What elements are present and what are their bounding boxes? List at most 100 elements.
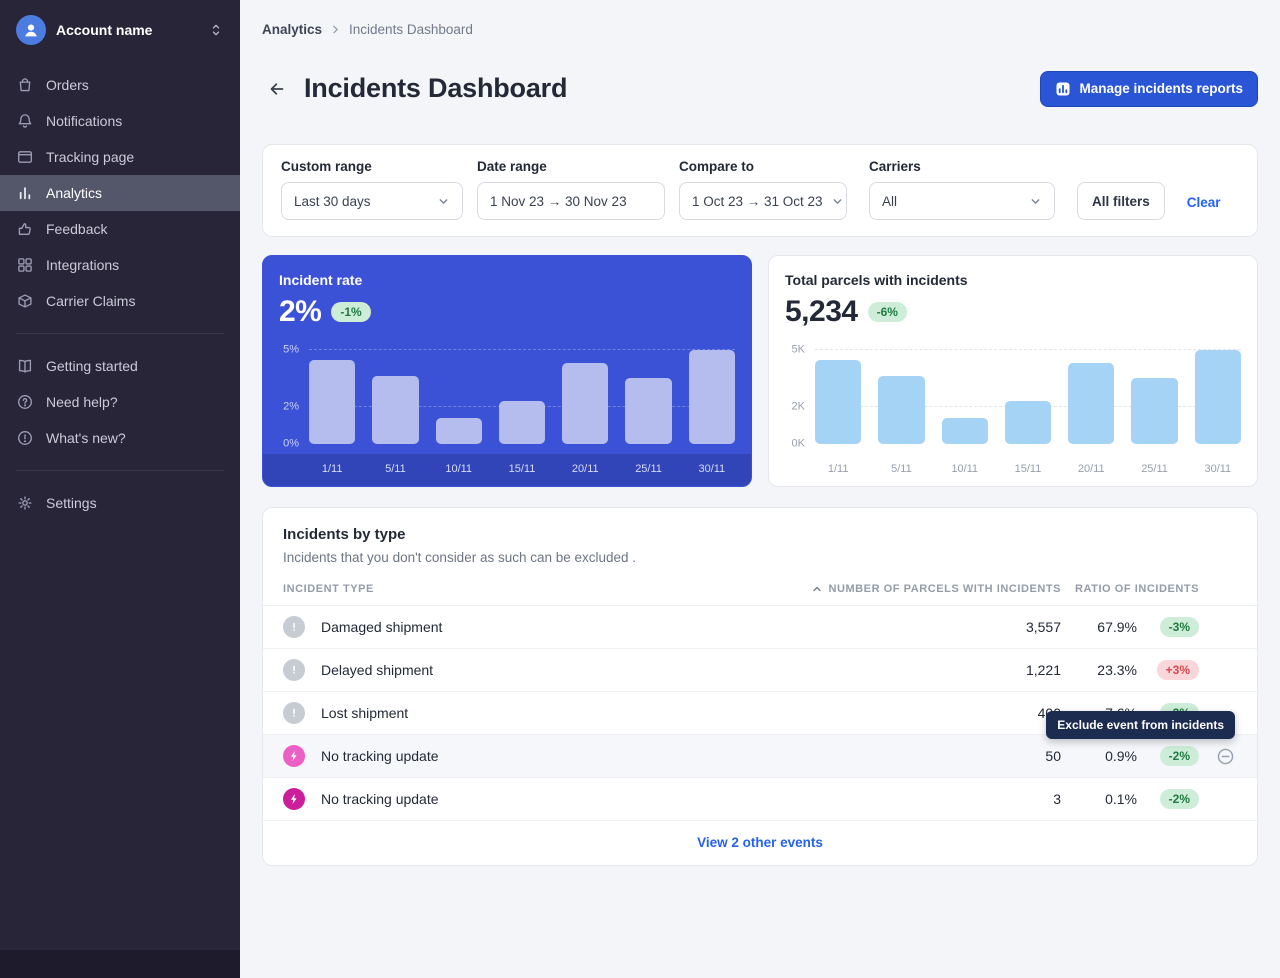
select-value: All [882, 194, 897, 209]
bar [309, 360, 355, 445]
parcels-count: 1,221 [797, 662, 1061, 678]
sidebar-item-need-help[interactable]: Need help? [0, 384, 240, 420]
chevron-updown-icon [208, 22, 224, 38]
table-title: Incidents by type [283, 526, 1237, 543]
column-header-label: Number of parcels with incidents [828, 583, 1061, 595]
custom-range-select[interactable]: Last 30 days [281, 182, 463, 220]
bar [436, 418, 482, 444]
incident-type: Delayed shipment [321, 662, 783, 678]
sidebar-item-integrations[interactable]: Integrations [0, 247, 240, 283]
sidebar-item-label: Getting started [46, 358, 138, 374]
column-header-ratio: Ratio of incidents [1075, 583, 1199, 595]
sidebar-divider [16, 470, 224, 471]
report-chart-icon [1055, 81, 1071, 97]
sidebar-item-label: Orders [46, 77, 89, 93]
back-arrow-icon[interactable] [262, 74, 292, 104]
bell-icon [16, 112, 34, 130]
select-value: 1 Oct 23 → 31 Oct 23 [692, 194, 823, 209]
charts-row: Incident rate 2% -1% 0%2%5% 1/115/1110/1… [262, 255, 1258, 487]
y-axis-tick: 2K [792, 401, 805, 412]
incident-type: No tracking update [321, 748, 783, 764]
ratio-value: 0.1% [1075, 791, 1137, 807]
plot-area [309, 350, 735, 444]
integrations-icon [16, 256, 34, 274]
breadcrumb-current: Incidents Dashboard [349, 22, 473, 37]
x-axis-tick: 30/11 [689, 463, 735, 475]
lightning-icon [283, 745, 305, 767]
table-row-damaged-shipment: Damaged shipment 3,557 67.9% -3% [263, 606, 1257, 649]
gear-icon [16, 494, 34, 512]
analytics-icon [16, 184, 34, 202]
bar [562, 363, 608, 444]
y-axis-tick: 0% [283, 439, 299, 450]
all-filters-button[interactable]: All filters [1077, 182, 1165, 220]
feedback-icon [16, 220, 34, 238]
sidebar-item-getting-started[interactable]: Getting started [0, 348, 240, 384]
warning-icon [283, 702, 305, 724]
incident-type: Lost shipment [321, 705, 783, 721]
sidebar-item-notifications[interactable]: Notifications [0, 103, 240, 139]
carrier-claims-icon [16, 292, 34, 310]
sidebar-spacer [0, 527, 240, 950]
column-header-parcels[interactable]: Number of parcels with incidents [797, 583, 1061, 595]
sort-asc-icon [811, 583, 823, 595]
app-window: Account name Orders Notifications Tracki… [0, 0, 1280, 978]
filter-carriers: Carriers All [869, 159, 1055, 220]
sidebar-item-analytics[interactable]: Analytics [0, 175, 240, 211]
x-axis-tick: 25/11 [1131, 463, 1177, 475]
table-row-no-tracking-update: No tracking update 50 0.9% -2% [263, 735, 1257, 778]
sidebar-item-carrier-claims[interactable]: Carrier Claims [0, 283, 240, 319]
bar [1005, 401, 1051, 444]
x-axis-tick: 15/11 [499, 463, 545, 475]
sidebar-item-settings[interactable]: Settings [0, 485, 240, 521]
filter-label: Custom range [281, 159, 463, 174]
delta-badge: -1% [331, 302, 370, 322]
tracking-page-icon [16, 148, 34, 166]
breadcrumb-analytics[interactable]: Analytics [262, 22, 322, 37]
select-value: Last 30 days [294, 194, 371, 209]
compare-to-select[interactable]: 1 Oct 23 → 31 Oct 23 [679, 182, 847, 220]
parcels-count: 3,557 [797, 619, 1061, 635]
sidebar-item-tracking-page[interactable]: Tracking page [0, 139, 240, 175]
chevron-down-icon [437, 195, 450, 208]
view-more-row: View 2 other events [263, 821, 1257, 865]
filters-bar: Custom range Last 30 days Date range 1 N… [262, 144, 1258, 237]
filter-compare-to: Compare to 1 Oct 23 → 31 Oct 23 [679, 159, 847, 220]
view-other-events-link[interactable]: View 2 other events [697, 835, 823, 850]
carriers-select[interactable]: All [869, 182, 1055, 220]
date-range-input[interactable]: 1 Nov 23 → 30 Nov 23 [477, 182, 665, 220]
x-axis-tick: 15/11 [1005, 463, 1051, 475]
x-axis-tick: 20/11 [562, 463, 608, 475]
x-axis-tick: 10/11 [436, 463, 482, 475]
bar [815, 360, 861, 445]
delta-badge: -6% [868, 302, 907, 322]
bar [1131, 378, 1177, 444]
x-axis-tick: 5/11 [372, 463, 418, 475]
help-icon [16, 393, 34, 411]
sidebar-item-feedback[interactable]: Feedback [0, 211, 240, 247]
filter-label: Date range [477, 159, 665, 174]
parcels-count: 50 [797, 748, 1061, 764]
main-content: Analytics Incidents Dashboard Incidents … [240, 0, 1280, 978]
exclude-event-icon[interactable] [1216, 747, 1235, 766]
ratio-value: 23.3% [1075, 662, 1137, 678]
date-range-value: 1 Nov 23 → 30 Nov 23 [490, 194, 627, 209]
table-row-delayed-shipment: Delayed shipment 1,221 23.3% +3% [263, 649, 1257, 692]
filter-label: Carriers [869, 159, 1055, 174]
x-axis-tick: 10/11 [942, 463, 988, 475]
total-parcels-chart: 0K2K5K 1/115/1110/1115/1120/1125/1130/11 [785, 350, 1241, 486]
bar [1195, 350, 1241, 444]
clear-filters-link[interactable]: Clear [1187, 195, 1221, 210]
manage-incidents-reports-button[interactable]: Manage incidents reports [1040, 71, 1258, 107]
x-axis: 1/115/1110/1115/1120/1125/1130/11 [815, 463, 1241, 475]
ratio-value: 0.9% [1075, 748, 1137, 764]
bar [499, 401, 545, 444]
sidebar-item-orders[interactable]: Orders [0, 67, 240, 103]
account-switcher[interactable]: Account name [0, 0, 240, 61]
incidents-by-type-card: Incidents by type Incidents that you don… [262, 507, 1258, 866]
x-axis-tick: 25/11 [625, 463, 671, 475]
x-axis-tick: 1/11 [309, 463, 355, 475]
sidebar-item-whats-new[interactable]: What's new? [0, 420, 240, 456]
orders-icon [16, 76, 34, 94]
whats-new-icon [16, 429, 34, 447]
